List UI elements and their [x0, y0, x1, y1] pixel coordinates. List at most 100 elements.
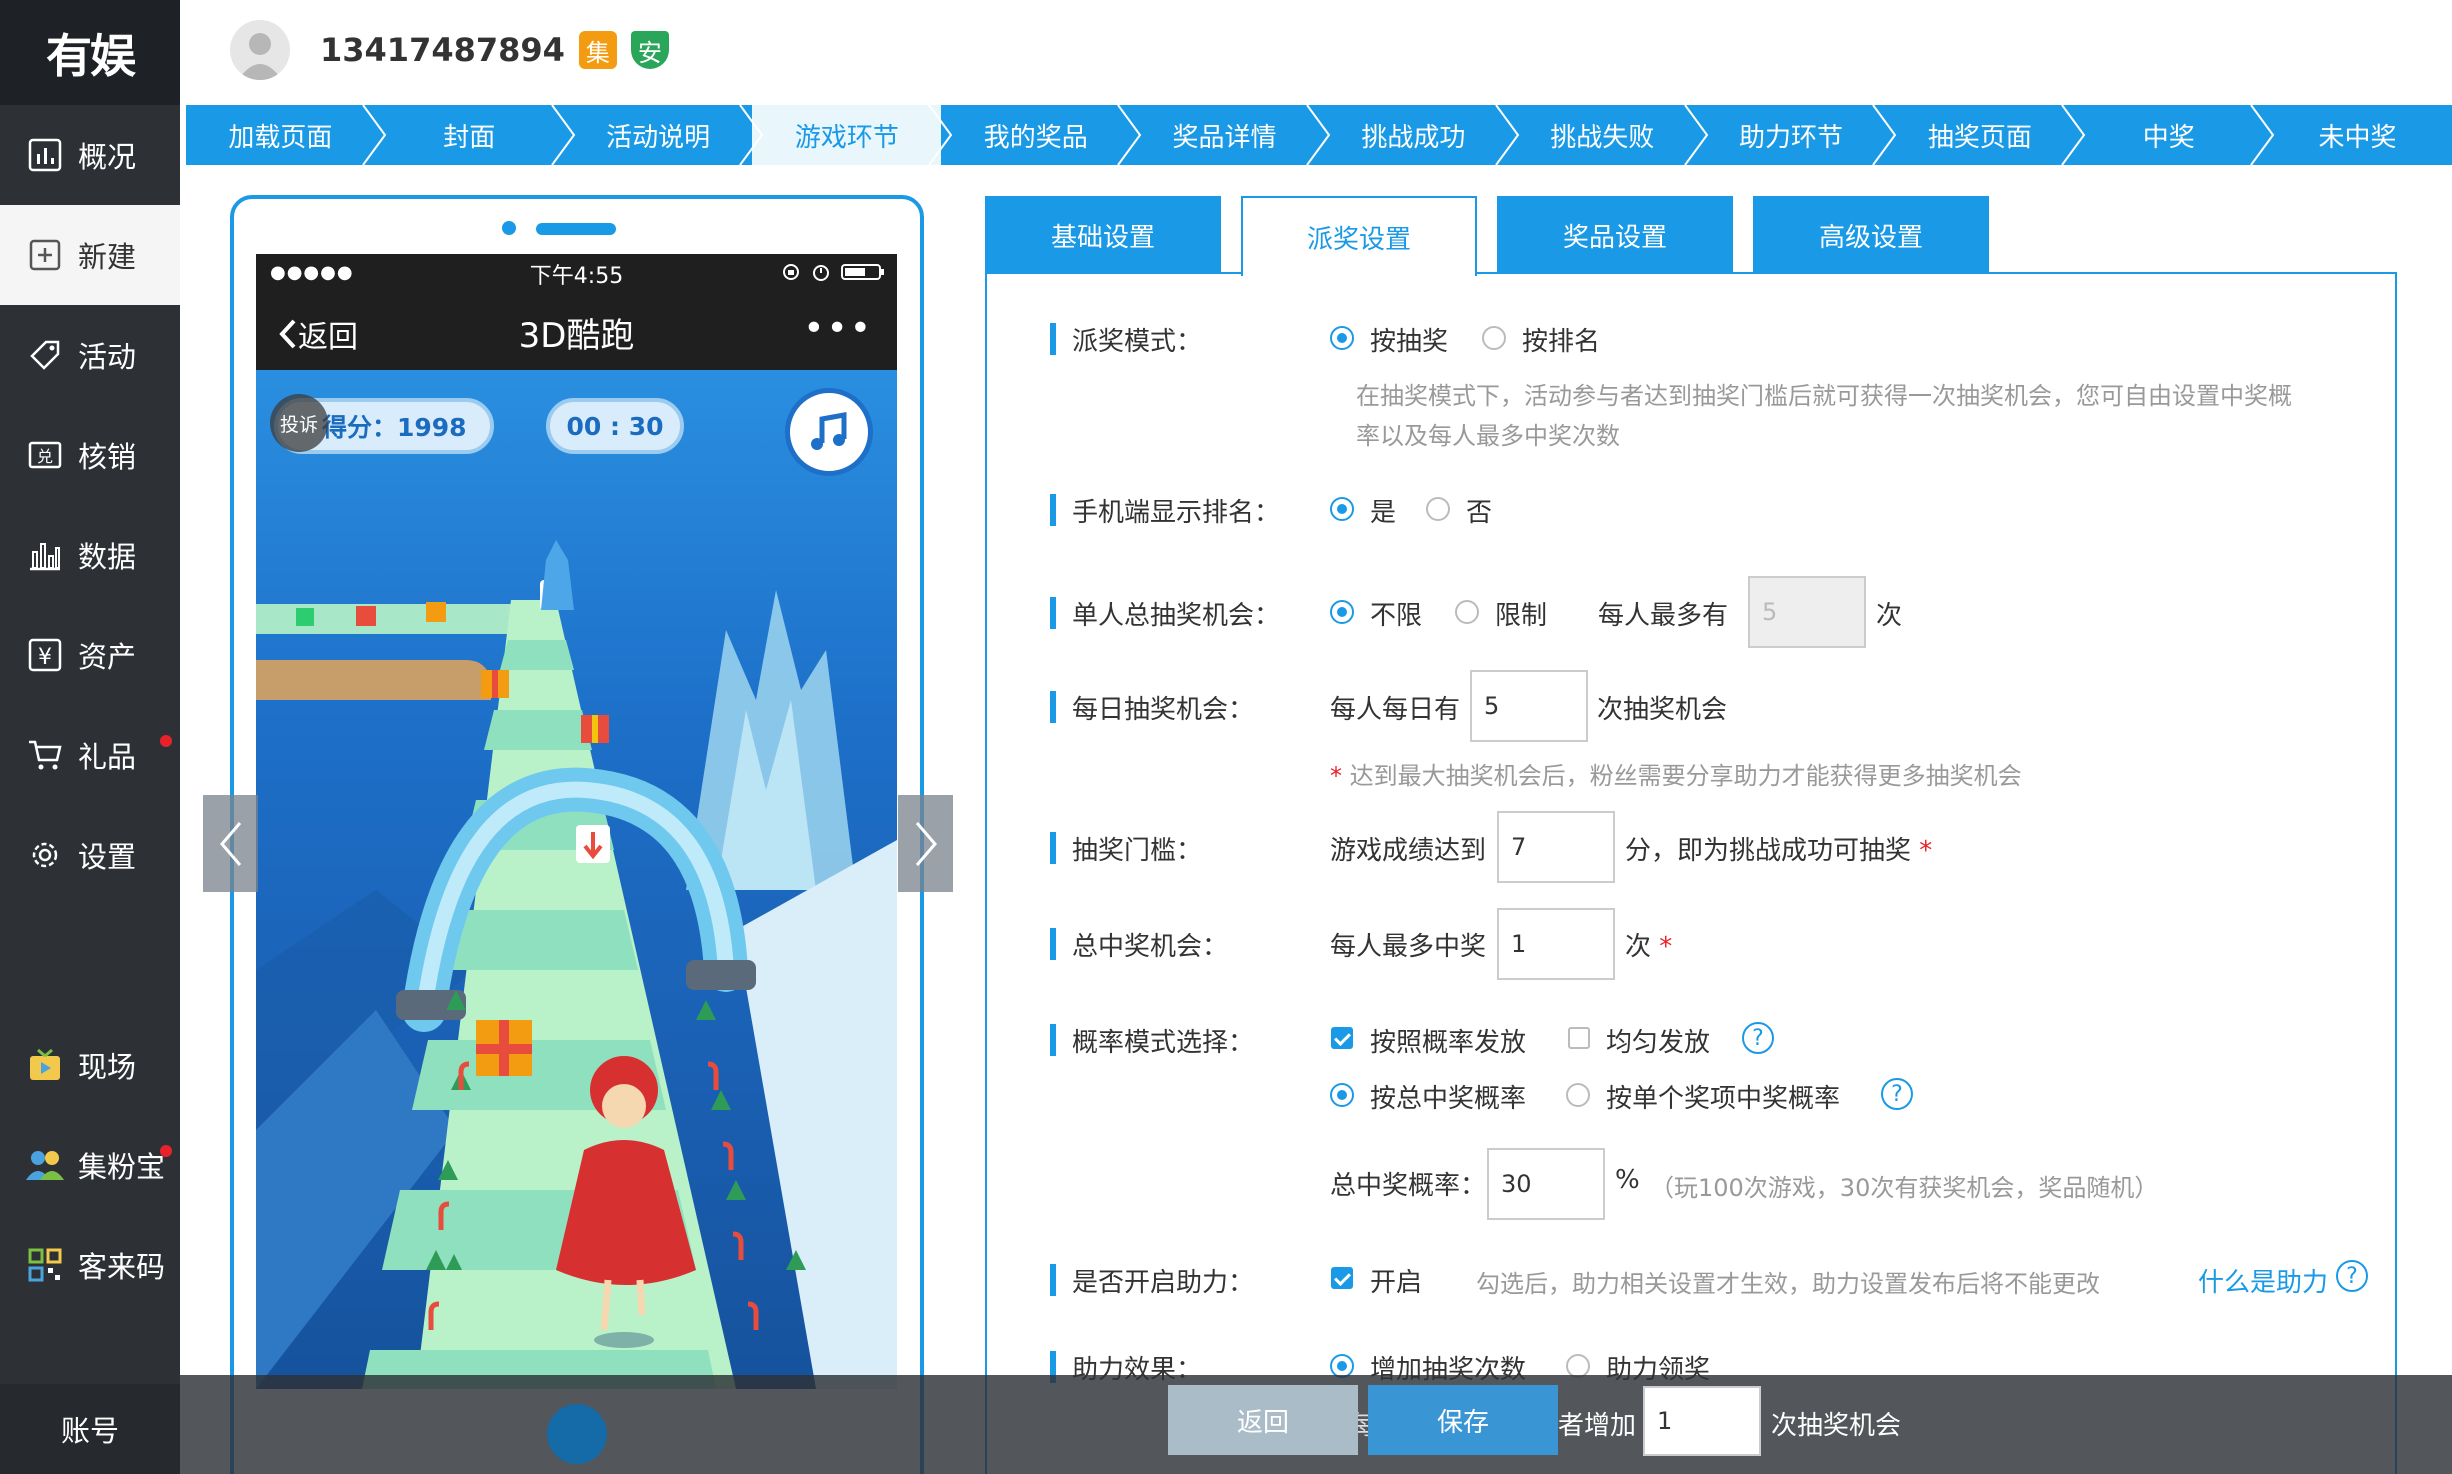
assist-increase-mid: 者增加: [1558, 1411, 1637, 1441]
prob-mode-help-icon[interactable]: ?: [1742, 1022, 1774, 1054]
prob-uniform-checkbox[interactable]: [1568, 1027, 1590, 1049]
what-is-assist-link[interactable]: 什么是助力: [2198, 1262, 2328, 1299]
gear-icon: [26, 836, 64, 874]
account-button[interactable]: 账号: [0, 1384, 180, 1474]
total-wins-label: 总中奖机会：: [1050, 926, 1228, 963]
total-prob-unit: %: [1615, 1165, 1640, 1195]
award-mode-rank-label: 按排名: [1522, 327, 1601, 357]
step-win[interactable]: 中奖: [2074, 105, 2275, 165]
sidebar-item-gifts[interactable]: 礼品: [0, 705, 180, 805]
award-mode-hint: 在抽奖模式下，活动参与者达到抽奖门槛后就可获得一次抽奖机会，您可自由设置中奖概: [1356, 382, 2292, 410]
assist-increase-input[interactable]: 1: [1643, 1386, 1761, 1456]
tab-prize-settings[interactable]: 奖品设置: [1497, 196, 1733, 274]
threshold-score-input[interactable]: 7: [1497, 811, 1615, 883]
step-separator: [1117, 105, 1142, 165]
sidebar-item-activity[interactable]: 活动: [0, 305, 180, 405]
music-toggle-button[interactable]: [785, 388, 873, 476]
step-success[interactable]: 挑战成功: [1319, 105, 1520, 165]
step-loading[interactable]: 加载页面: [186, 105, 387, 165]
sidebar-item-label: 核销: [78, 440, 137, 474]
sidebar-item-data[interactable]: 数据: [0, 505, 180, 605]
phone-home-button[interactable]: [547, 1404, 607, 1464]
sidebar-item-label: 现场: [78, 1050, 137, 1084]
back-button[interactable]: 返回: [1168, 1385, 1358, 1455]
step-separator: [1306, 105, 1331, 165]
step-separator: [2061, 105, 2086, 165]
sidebar-item-label: 资产: [78, 640, 137, 674]
total-chances-suffix: 次: [1876, 601, 1903, 631]
users-icon: [26, 1146, 64, 1184]
step-separator: [739, 105, 764, 165]
step-lottery[interactable]: 抽奖页面: [1885, 105, 2086, 165]
preview-prev-button[interactable]: [203, 795, 258, 892]
tab-advanced-settings[interactable]: 高级设置: [1753, 196, 1989, 274]
show-rank-yes-radio[interactable]: [1330, 497, 1354, 521]
step-intro[interactable]: 活动说明: [564, 105, 764, 165]
sidebar-item-assets[interactable]: ¥ 资产: [0, 605, 180, 705]
show-rank-no-radio[interactable]: [1426, 497, 1450, 521]
user-phone: 13417487894: [320, 31, 565, 69]
prob-single-help-icon[interactable]: ?: [1881, 1078, 1913, 1110]
more-menu-button[interactable]: •••: [803, 308, 873, 349]
total-chances-limited-radio[interactable]: [1455, 600, 1479, 624]
step-prize-detail[interactable]: 奖品详情: [1130, 105, 1331, 165]
total-wins-input[interactable]: 1: [1497, 908, 1615, 980]
step-game[interactable]: 游戏环节: [752, 105, 953, 165]
phone-back-button[interactable]: 返回: [276, 312, 358, 356]
award-mode-lottery-radio[interactable]: [1330, 326, 1354, 350]
assist-enable-checkbox[interactable]: [1331, 1267, 1353, 1289]
sidebar-item-label: 客来码: [78, 1250, 166, 1284]
sidebar-item-overview[interactable]: 概况: [0, 105, 180, 205]
sidebar-item-new[interactable]: 新建: [0, 205, 180, 305]
save-button[interactable]: 保存: [1368, 1385, 1558, 1455]
step-separator: [2250, 105, 2275, 165]
avatar[interactable]: [230, 20, 290, 80]
sidebar-item-settings[interactable]: 设置: [0, 805, 180, 905]
phone-page-title: 3D酷跑: [518, 315, 635, 356]
tv-icon: [26, 1046, 64, 1084]
prob-uniform-label: 均匀发放: [1606, 1028, 1711, 1058]
user-icon: [238, 33, 282, 80]
assist-increase-suffix: 次抽奖机会: [1771, 1411, 1902, 1441]
prob-single-radio[interactable]: [1566, 1083, 1590, 1107]
step-assist[interactable]: 助力环节: [1697, 105, 1897, 165]
award-mode-rank-radio[interactable]: [1482, 326, 1506, 350]
step-my-prizes[interactable]: 我的奖品: [941, 105, 1142, 165]
prob-total-radio[interactable]: [1330, 1083, 1354, 1107]
award-mode-hint-line2: 率以及每人最多中奖次数: [1356, 422, 1620, 450]
collect-badge[interactable]: 集: [578, 31, 617, 69]
sidebar-item-fans[interactable]: 集粉宝: [0, 1115, 180, 1215]
step-separator: [1494, 105, 1520, 165]
rotation-lock-icon: [783, 264, 799, 280]
phone-status-bar: ●●●●● 下午4:55: [256, 254, 897, 294]
step-separator: [1683, 105, 1708, 165]
sidebar-item-label: 新建: [78, 240, 137, 274]
yen-icon: ¥: [26, 636, 64, 674]
carrier-signal: ●●●●●: [270, 262, 354, 283]
tab-award-settings[interactable]: 派奖设置: [1241, 196, 1477, 276]
sidebar-item-redeem[interactable]: 兑 核销: [0, 405, 180, 505]
total-chances-input[interactable]: 5: [1748, 576, 1866, 648]
sidebar-item-qrcode[interactable]: 客来码: [0, 1215, 180, 1315]
brand-logo[interactable]: 有娱: [0, 0, 180, 105]
sidebar-item-live[interactable]: 现场: [0, 1015, 180, 1115]
chart-icon: [26, 136, 64, 174]
complain-button[interactable]: 投诉: [270, 394, 328, 452]
daily-chances-input[interactable]: 5: [1470, 670, 1588, 742]
chevron-left-icon: [279, 319, 296, 349]
total-chances-unlimited-radio[interactable]: [1330, 600, 1354, 624]
cart-icon: [26, 736, 64, 774]
assist-hint: 勾选后，助力相关设置才生效，助力设置发布后将不能更改: [1476, 1270, 2100, 1298]
timer-display: 00 : 30: [546, 398, 684, 454]
award-mode-label: 派奖模式：: [1050, 321, 1202, 358]
svg-text:兑: 兑: [37, 447, 53, 466]
total-prob-input[interactable]: 30: [1487, 1148, 1605, 1220]
assist-help-icon[interactable]: ?: [2336, 1260, 2368, 1292]
step-lose[interactable]: 未中奖: [2263, 105, 2452, 165]
step-cover[interactable]: 封面: [375, 105, 575, 165]
prob-by-probability-checkbox[interactable]: [1331, 1027, 1353, 1049]
preview-next-button[interactable]: [898, 795, 953, 892]
step-fail[interactable]: 挑战失败: [1508, 105, 1708, 165]
safe-shield-badge[interactable]: 安: [630, 31, 669, 69]
tab-basic-settings[interactable]: 基础设置: [985, 196, 1221, 274]
